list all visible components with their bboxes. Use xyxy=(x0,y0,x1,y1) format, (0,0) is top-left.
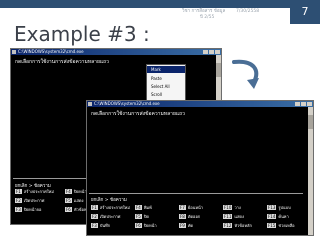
function-key-label: F5 xyxy=(135,214,142,219)
window-title: C:\WINDOWS\system32\cmd.exe xyxy=(18,49,84,54)
function-key-text: คัด xyxy=(187,223,194,228)
scrollbar[interactable] xyxy=(308,107,313,235)
function-key-text: ช่วยเหลือ xyxy=(278,223,295,228)
function-key-text: แสดง xyxy=(73,198,84,203)
function-key-text: ค้นหา xyxy=(278,214,289,219)
function-key-text: ปิดหน้า xyxy=(143,223,157,228)
function-key-item[interactable]: F9 คัด xyxy=(179,223,193,229)
function-key-label: F5 xyxy=(65,198,72,203)
function-key-text: วาง xyxy=(234,205,241,210)
function-key-text: ตัดออก xyxy=(187,214,201,219)
function-key-item[interactable]: F13 รูปแบบ xyxy=(267,205,291,211)
maximize-button[interactable] xyxy=(301,102,306,106)
scroll-thumb[interactable] xyxy=(308,115,313,129)
function-key-text: เปิดประกาศ xyxy=(99,214,121,219)
function-key-item[interactable]: F15 ช่วยเหลือ xyxy=(267,223,295,229)
function-key-item[interactable]: F11 แสดง xyxy=(223,214,244,220)
function-key-text: พิมพ์ xyxy=(143,205,152,210)
minimize-button[interactable] xyxy=(295,102,300,106)
function-key-label: F12 xyxy=(223,223,233,228)
console-window-large[interactable]: C:\WINDOWS\system32\cmd.exe กดเลือกการใช… xyxy=(86,100,314,236)
function-key-item[interactable]: F4 ปิดหน้า xyxy=(65,189,87,195)
function-key-label: F1 xyxy=(15,189,22,194)
function-key-item[interactable]: F2 เปิดประกาศ xyxy=(91,214,120,220)
function-key-label: F7 xyxy=(179,205,186,210)
menu-item-mark[interactable]: Mark xyxy=(147,66,185,73)
course-meta: วิชา การสื่อสาร ข้อมูล ปี 2/55 xyxy=(182,9,225,21)
function-key-text: ปิด xyxy=(143,214,149,219)
function-key-text: สร้างประกาศใหม่ xyxy=(23,189,54,194)
minimize-button[interactable] xyxy=(203,50,208,54)
menu-header: ยกเลิก > ข้อความ xyxy=(15,184,51,189)
function-key-label: F10 xyxy=(223,205,233,210)
function-key-label: F3 xyxy=(15,207,22,212)
function-key-label: F14 xyxy=(267,214,277,219)
function-key-item[interactable]: F3 บันทึก xyxy=(91,223,110,229)
function-key-label: F8 xyxy=(179,214,186,219)
function-key-item[interactable]: F6 ปิดหน้า xyxy=(135,223,157,229)
function-key-item[interactable]: F8 ตัดออก xyxy=(179,214,200,220)
function-key-label: F2 xyxy=(15,198,22,203)
function-key-text: บันทึก xyxy=(99,223,111,228)
function-key-item[interactable]: F5 ปิด xyxy=(135,214,149,220)
function-key-label: F15 xyxy=(267,223,277,228)
cmd-icon xyxy=(12,50,16,54)
function-key-text: สร้างประกาศใหม่ xyxy=(99,205,130,210)
function-key-item[interactable]: F4 พิมพ์ xyxy=(135,205,152,211)
function-key-text: เปิดประกาศ xyxy=(23,198,45,203)
function-key-text: ปิดหน้าจอ xyxy=(23,207,42,212)
course-year: ปี 2/55 xyxy=(200,15,215,20)
function-key-item[interactable]: F12 หัวข้อหลัก xyxy=(223,223,252,229)
menu-item-select-all[interactable]: Select All xyxy=(147,83,185,90)
window-titlebar[interactable]: C:\WINDOWS\system32\cmd.exe xyxy=(11,49,221,55)
function-key-text: หัวข้อหลัก xyxy=(234,223,252,228)
function-key-item[interactable]: F1 สร้างประกาศใหม่ xyxy=(91,205,130,211)
function-key-item[interactable]: F2 เปิดประกาศ xyxy=(15,198,44,204)
window-controls xyxy=(203,50,220,54)
slide-date: 7/30/2558 xyxy=(236,9,260,14)
slide-top-bar xyxy=(0,0,320,8)
maximize-button[interactable] xyxy=(209,50,214,54)
function-key-item[interactable]: F3 ปิดหน้าจอ xyxy=(15,207,41,213)
close-button[interactable] xyxy=(215,50,220,54)
function-key-text: แสดง xyxy=(234,214,244,219)
function-key-label: F9 xyxy=(179,223,186,228)
function-key-label: F1 xyxy=(91,205,98,210)
function-key-text: รูปแบบ xyxy=(278,205,291,210)
scroll-thumb[interactable] xyxy=(216,63,221,77)
function-key-label: F4 xyxy=(65,189,72,194)
function-key-text: ปิดหน้า xyxy=(73,189,87,194)
function-key-label: F3 xyxy=(91,223,98,228)
close-button[interactable] xyxy=(307,102,312,106)
function-key-label: F13 xyxy=(267,205,277,210)
page-number-box: 7 xyxy=(290,0,320,24)
menu-item-paste[interactable]: Paste xyxy=(147,75,185,82)
window-title: C:\WINDOWS\system32\cmd.exe xyxy=(94,101,160,106)
menu-header: ยกเลิก > ข้อความ xyxy=(91,198,127,203)
console-text: กดเลือกการใช้งานการส่งข้อความหลายแถว xyxy=(91,111,185,117)
function-key-item[interactable]: F1 สร้างประกาศใหม่ xyxy=(15,189,54,195)
console-text: กดเลือกการใช้งานการส่งข้อความหลายแถว xyxy=(15,59,109,65)
function-key-label: F6 xyxy=(135,223,142,228)
function-key-label: F4 xyxy=(135,205,142,210)
window-titlebar[interactable]: C:\WINDOWS\system32\cmd.exe xyxy=(87,101,313,107)
function-key-label: F2 xyxy=(91,214,98,219)
function-key-label: F6 xyxy=(65,207,72,212)
function-key-item[interactable]: F7 ย้อนหน้า xyxy=(179,205,203,211)
page-number: 7 xyxy=(301,5,309,18)
menu-divider xyxy=(89,193,303,194)
menu-item-scroll[interactable]: Scroll xyxy=(147,91,185,98)
function-key-item[interactable]: F14 ค้นหา xyxy=(267,214,289,220)
slide-title: Example #3 : xyxy=(14,22,150,46)
function-key-label: F11 xyxy=(223,214,233,219)
function-key-item[interactable]: F5 แสดง xyxy=(65,198,83,204)
function-key-text: ย้อนหน้า xyxy=(187,205,203,210)
curved-arrow-icon xyxy=(232,59,259,89)
cmd-icon xyxy=(88,102,92,106)
function-key-item[interactable]: F10 วาง xyxy=(223,205,241,211)
window-controls xyxy=(295,102,312,106)
